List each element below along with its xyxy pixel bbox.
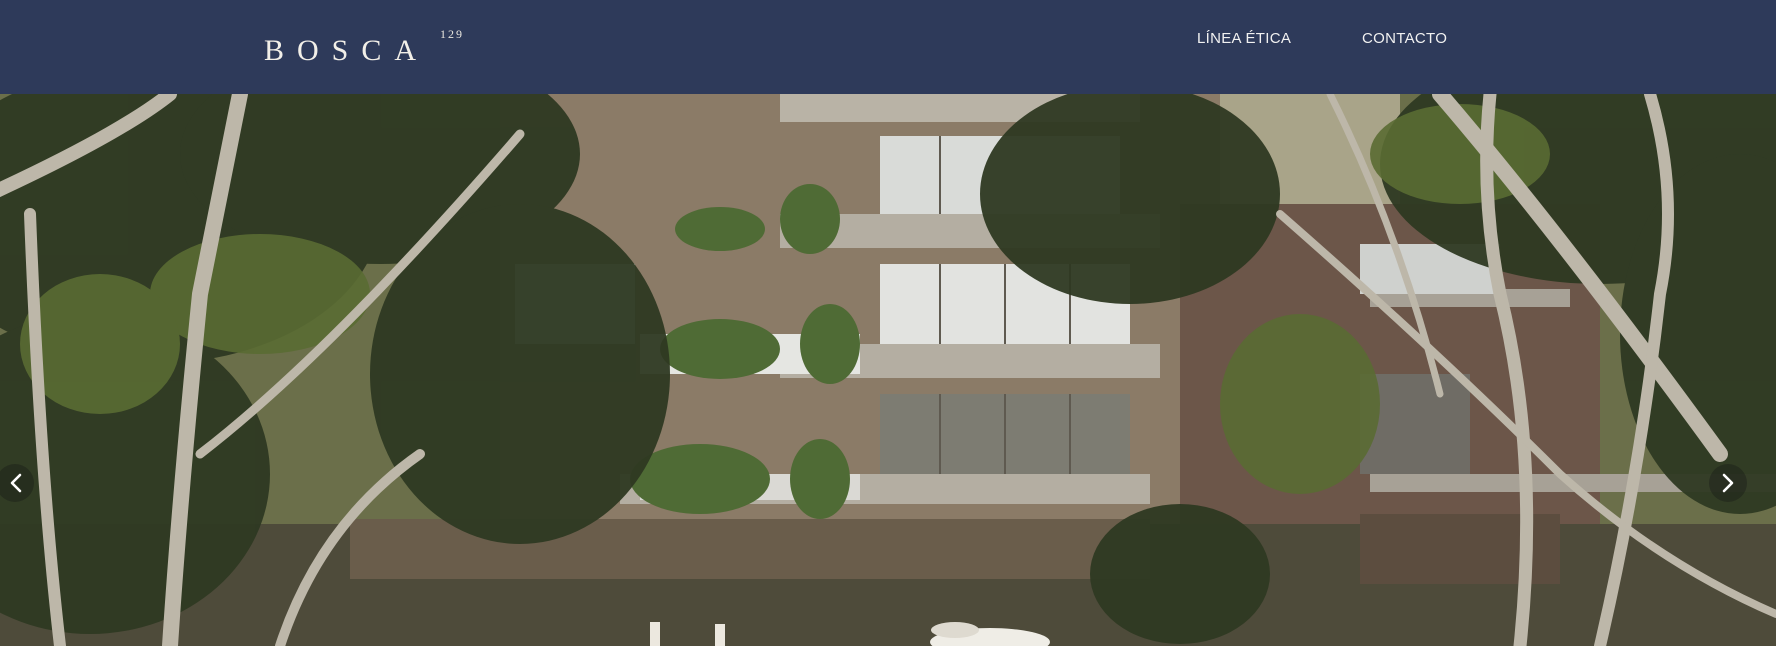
nav-contacto[interactable]: CONTACTO (1362, 30, 1447, 47)
hero-image (0, 94, 1776, 646)
chevron-left-icon (10, 473, 22, 493)
brand-logo-number: 129 (440, 27, 464, 41)
brand-logo[interactable]: BOSCA (264, 36, 429, 66)
carousel-prev-button[interactable] (0, 464, 34, 502)
site-header: BOSCA 129 LÍNEA ÉTICA CONTACTO (0, 0, 1776, 94)
carousel-next-button[interactable] (1709, 464, 1747, 502)
hero-carousel (0, 94, 1776, 646)
nav-linea-etica[interactable]: LÍNEA ÉTICA (1197, 30, 1291, 47)
chevron-right-icon (1722, 473, 1734, 493)
